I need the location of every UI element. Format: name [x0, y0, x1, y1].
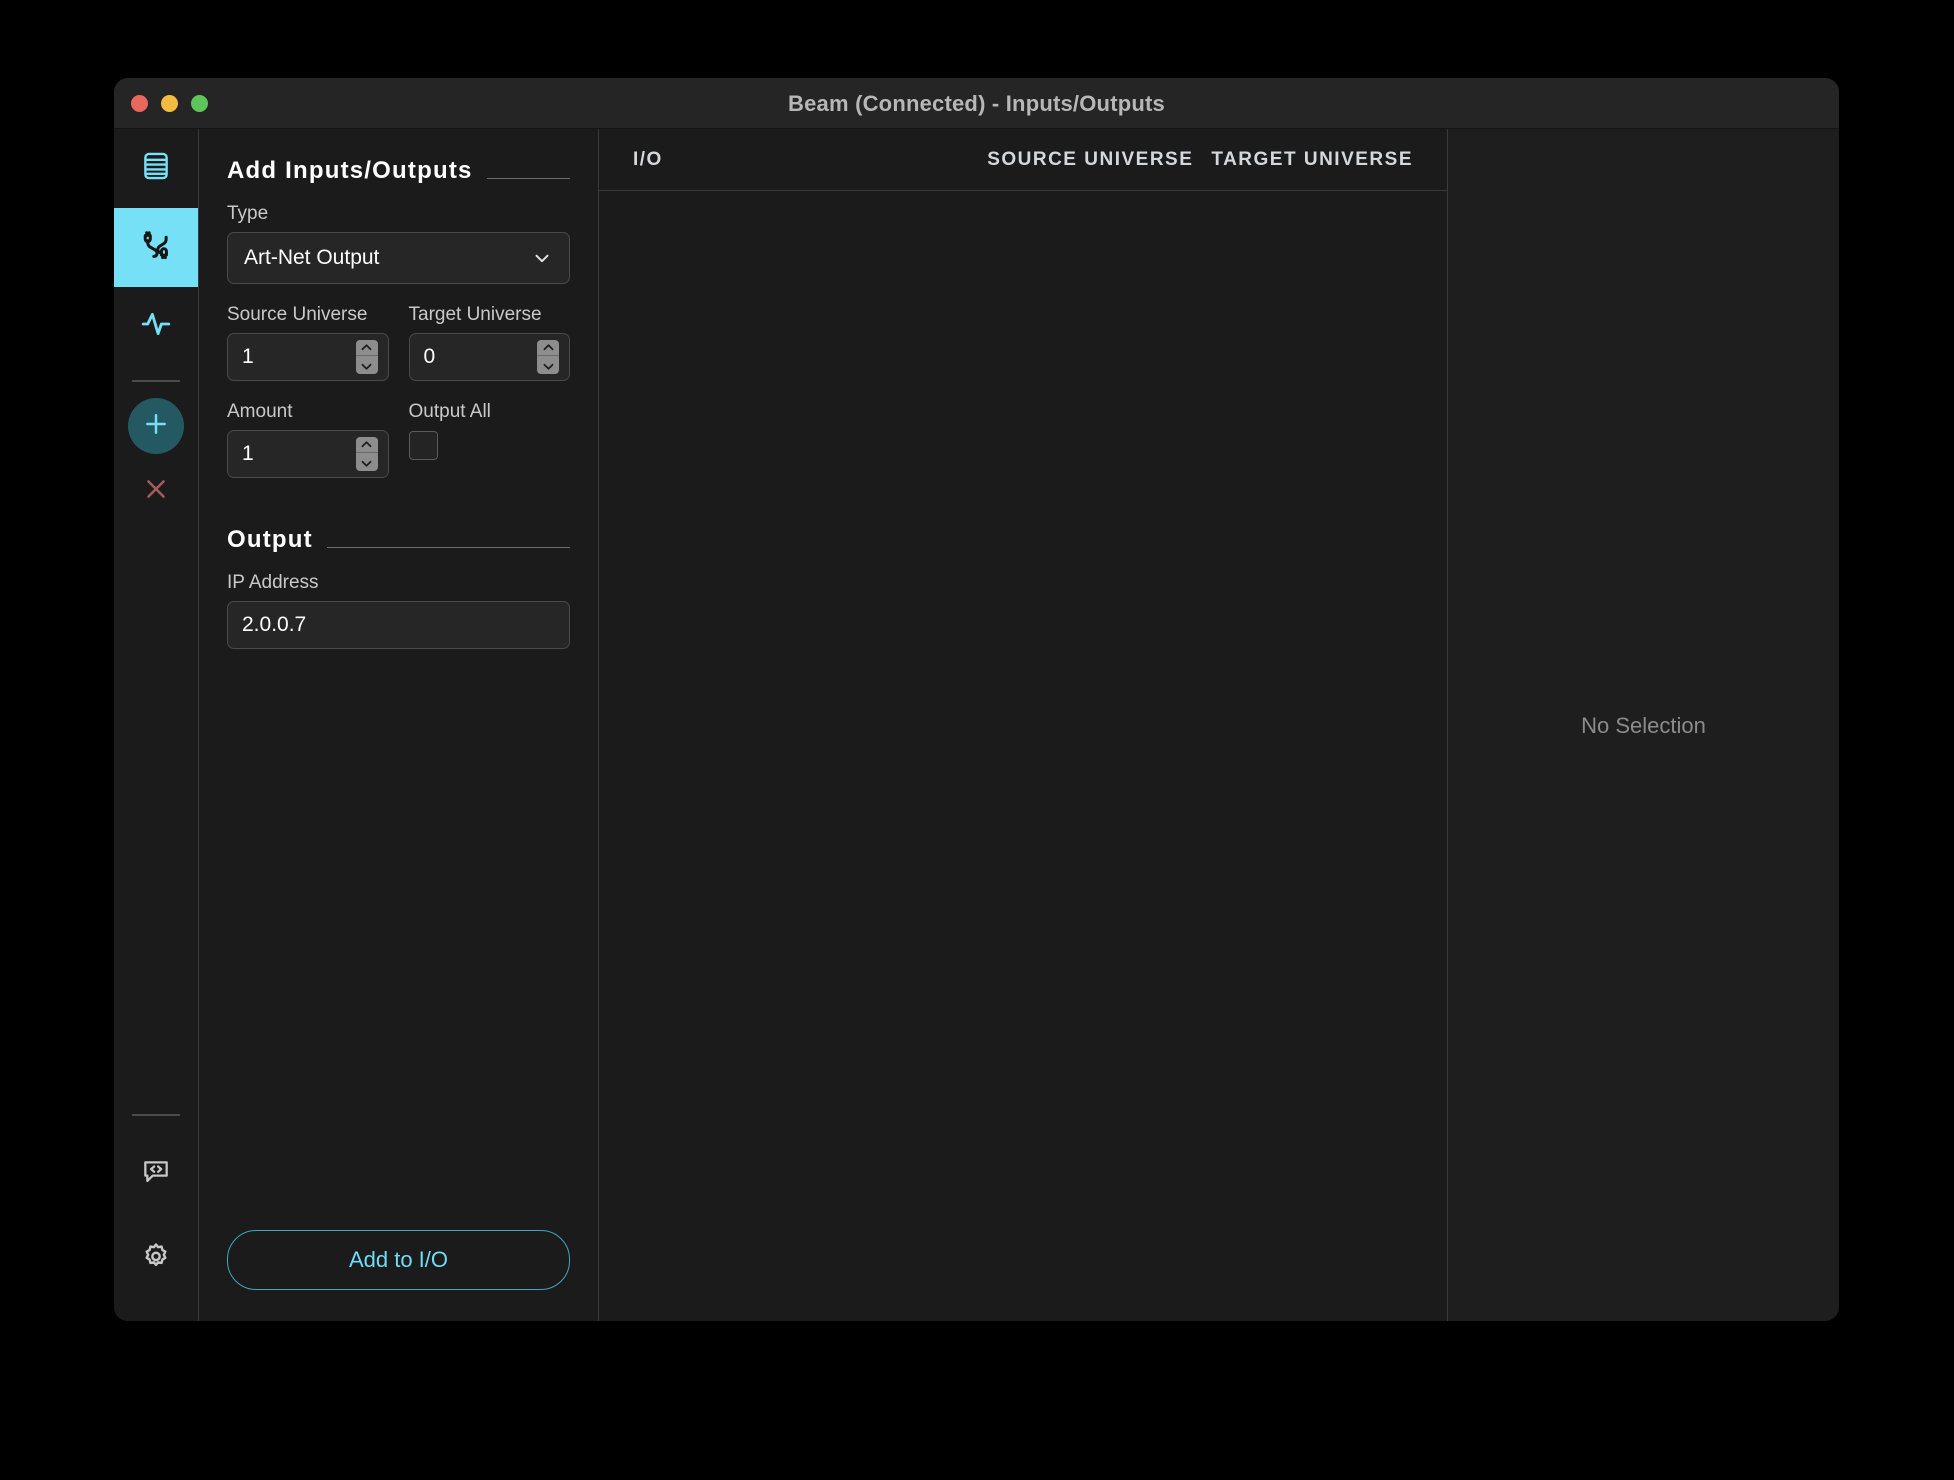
output-all-label: Output All: [408, 401, 491, 422]
sidebar-bottom-group: [114, 1100, 198, 1302]
source-universe-stepper[interactable]: [355, 340, 378, 374]
column-header-target-universe: TARGET UNIVERSE: [1211, 148, 1413, 170]
ip-address-label: IP Address: [227, 572, 319, 593]
amount-group: Amount 1: [227, 401, 389, 498]
title-bar: Beam (Connected) - Inputs/Outputs: [114, 78, 1839, 129]
stepper-up-icon[interactable]: [355, 437, 378, 453]
output-rule: [326, 546, 570, 548]
amount-value: 1: [242, 442, 254, 465]
source-universe-value: 1: [242, 345, 254, 368]
stepper-up-icon[interactable]: [537, 340, 559, 356]
sidebar: [114, 129, 199, 1321]
window-body: Add Inputs/Outputs Type Art-Net Output S…: [114, 129, 1839, 1321]
type-select[interactable]: Art-Net Output: [227, 232, 570, 284]
output-all-checkbox[interactable]: [408, 431, 438, 460]
remove-button[interactable]: [114, 454, 198, 528]
add-io-title: Add Inputs/Outputs: [227, 157, 473, 184]
app-window: Beam (Connected) - Inputs/Outputs Add In…: [114, 78, 1839, 1321]
sidebar-divider-bottom: [132, 1114, 180, 1116]
screen: Beam (Connected) - Inputs/Outputs Add In…: [0, 0, 1954, 1480]
stepper-down-icon[interactable]: [356, 456, 378, 471]
type-label: Type: [227, 203, 269, 224]
target-universe-label: Target Universe: [408, 304, 542, 325]
amount-row: Amount 1 Output All: [227, 401, 570, 498]
gear-icon: [139, 1240, 173, 1279]
sidebar-item-monitor[interactable]: [114, 287, 198, 366]
chevron-down-icon: [531, 247, 553, 269]
target-universe-value: 0: [423, 345, 436, 368]
add-io-form: Add Inputs/Outputs Type Art-Net Output S…: [199, 129, 599, 1321]
column-header-source-universe: SOURCE UNIVERSE: [987, 148, 1194, 170]
sidebar-item-settings[interactable]: [114, 1216, 198, 1302]
target-universe-input[interactable]: 0: [408, 333, 570, 381]
source-universe-group: Source Universe 1: [227, 304, 389, 401]
target-universe-stepper[interactable]: [537, 340, 559, 374]
io-list-body[interactable]: [599, 191, 1447, 1321]
stepper-down-icon[interactable]: [537, 359, 559, 374]
type-value: Art-Net Output: [244, 246, 380, 269]
activity-waveform-icon: [138, 306, 174, 347]
code-bubble-icon: [140, 1155, 172, 1192]
sidebar-item-patch[interactable]: [114, 129, 198, 208]
heading-rule: [486, 177, 570, 179]
ip-address-value: 2.0.0.7: [242, 613, 307, 636]
target-universe-group: Target Universe 0: [408, 304, 570, 401]
form-spacer: [227, 649, 570, 1230]
close-x-icon: [142, 475, 170, 508]
stepper-up-icon[interactable]: [355, 340, 378, 356]
amount-label: Amount: [227, 401, 293, 422]
window-title: Beam (Connected) - Inputs/Outputs: [788, 91, 1165, 116]
sidebar-item-console[interactable]: [114, 1130, 198, 1216]
amount-stepper[interactable]: [355, 437, 378, 471]
plus-icon: [142, 410, 170, 443]
detail-panel: No Selection: [1448, 129, 1839, 1321]
io-list-header: I/O SOURCE UNIVERSE TARGET UNIVERSE: [599, 129, 1447, 191]
stepper-down-icon[interactable]: [356, 359, 378, 374]
universe-row: Source Universe 1 Target Universe 0: [227, 304, 570, 401]
output-heading: Output: [227, 526, 570, 554]
source-universe-input[interactable]: 1: [227, 333, 389, 381]
no-selection-message: No Selection: [1581, 712, 1706, 738]
sidebar-divider-top: [132, 380, 180, 382]
output-all-group: Output All: [408, 401, 571, 498]
io-list-panel: I/O SOURCE UNIVERSE TARGET UNIVERSE: [599, 129, 1448, 1321]
add-button[interactable]: [128, 398, 184, 454]
output-title: Output: [227, 526, 313, 553]
sidebar-item-inputs-outputs[interactable]: [114, 208, 198, 287]
plug-cable-icon: [137, 226, 175, 269]
add-to-io-button[interactable]: Add to I/O: [227, 1230, 570, 1290]
ip-address-input[interactable]: 2.0.0.7: [227, 601, 570, 649]
list-table-icon: [139, 149, 173, 188]
source-universe-label: Source Universe: [227, 304, 368, 325]
add-io-heading: Add Inputs/Outputs: [227, 157, 570, 185]
amount-input[interactable]: 1: [227, 430, 389, 478]
column-header-io: I/O: [633, 148, 663, 170]
